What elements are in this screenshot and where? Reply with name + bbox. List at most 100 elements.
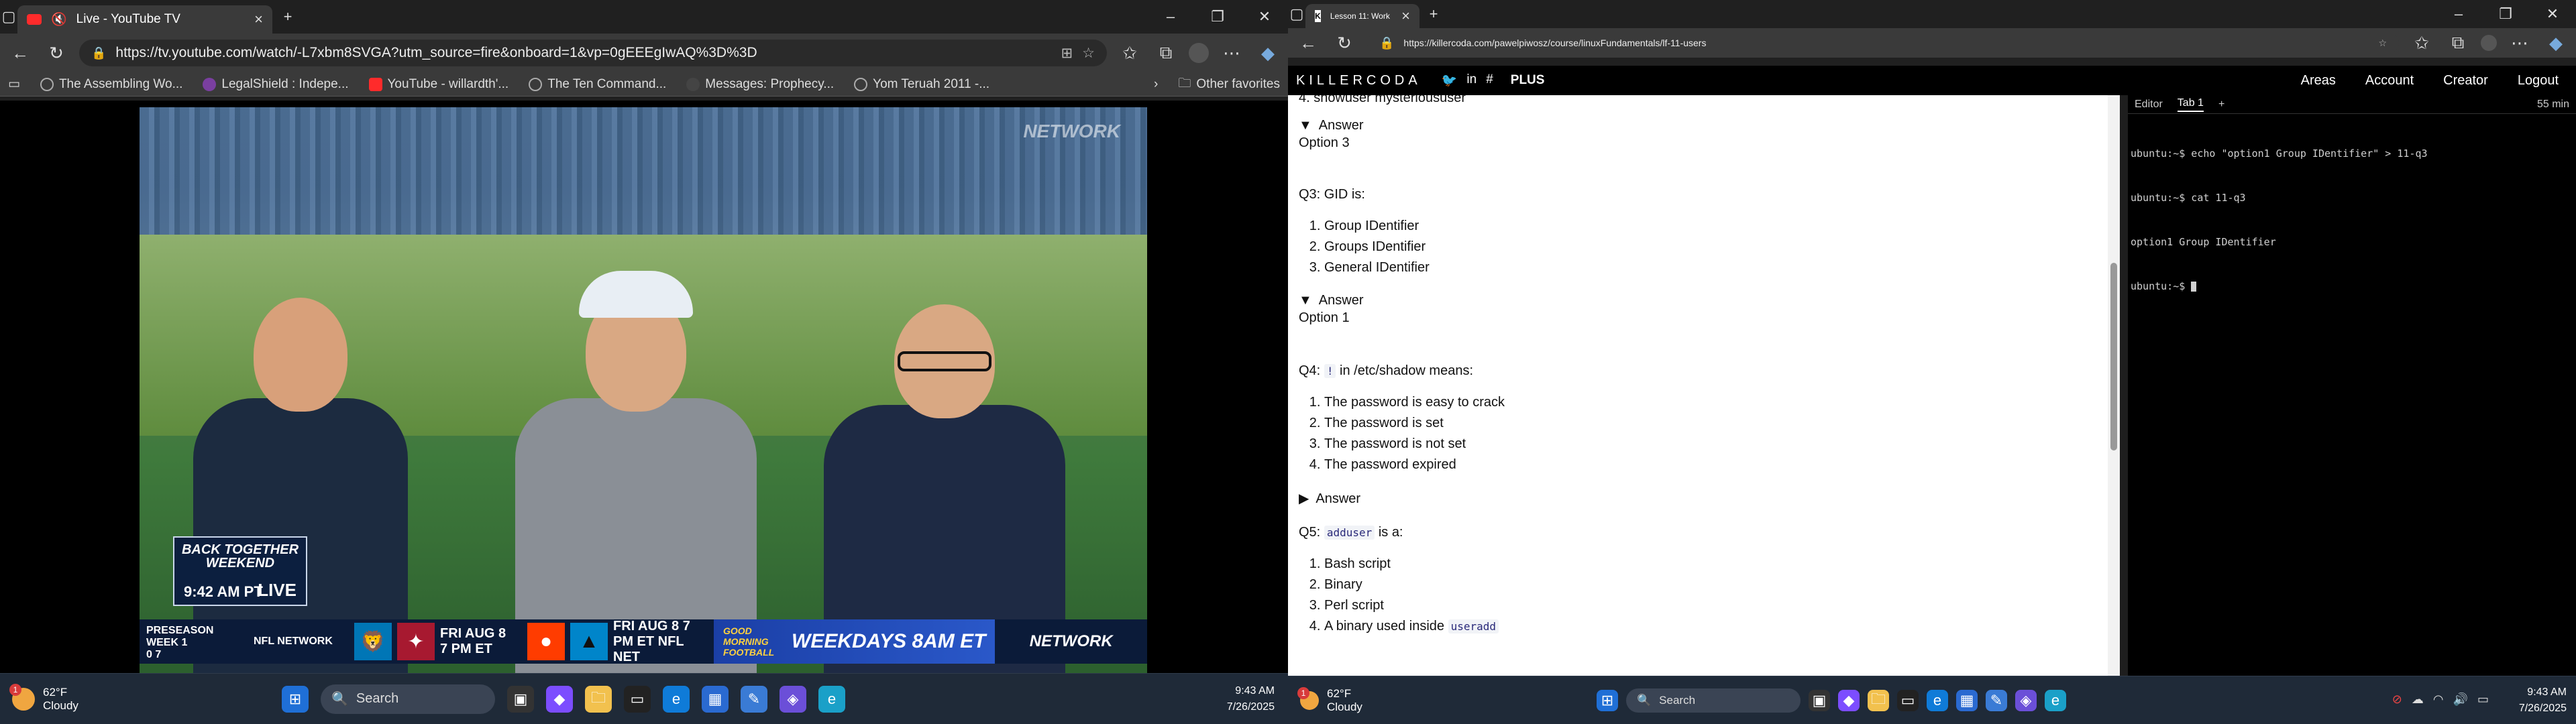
collections-icon[interactable]: ⧉	[1152, 40, 1179, 66]
menu-icon[interactable]: ⋯	[2506, 29, 2533, 56]
profile-avatar[interactable]	[1189, 43, 1209, 63]
edge-icon[interactable]: e	[1927, 689, 1948, 711]
system-tray[interactable]: ⊘ ☁ ◠ 🔊 ▭	[2392, 692, 2489, 707]
sidebar-toggle-icon[interactable]: ▢	[0, 8, 17, 25]
app-icon[interactable]: ✎	[1986, 689, 2007, 711]
fav-item[interactable]: Messages: Prophecy...	[686, 77, 834, 92]
refresh-icon[interactable]: ↻	[1331, 29, 1358, 56]
collections-icon[interactable]: ⧉	[2445, 29, 2471, 56]
fav-item[interactable]: The Ten Command...	[529, 77, 666, 92]
back-icon[interactable]: ←	[7, 40, 34, 66]
close-tab-icon[interactable]: ×	[1401, 7, 1410, 25]
taskbar-search[interactable]: 🔍 Search	[1626, 688, 1801, 713]
onedrive-icon[interactable]: ☁	[2412, 692, 2424, 707]
nav-logout[interactable]: Logout	[2518, 73, 2559, 88]
menu-icon[interactable]: ⋯	[1218, 40, 1245, 66]
terminal-pane[interactable]: Editor Tab 1 + 55 min ubuntu:~$ echo "op…	[2128, 95, 2576, 676]
wifi-icon[interactable]: ◠	[2433, 692, 2444, 707]
store-icon[interactable]: ▦	[702, 685, 729, 713]
copilot-icon[interactable]: ◆	[546, 685, 573, 713]
back-icon[interactable]: ←	[1295, 29, 1322, 56]
minimize-icon[interactable]: –	[1147, 0, 1194, 34]
file-explorer-icon[interactable]: 🗀	[585, 685, 612, 713]
linkedin-icon[interactable]: in	[1466, 72, 1477, 88]
fav-item[interactable]: The Assembling Wo...	[40, 77, 182, 92]
task-view-icon[interactable]: ▣	[507, 685, 534, 713]
nav-account[interactable]: Account	[2365, 73, 2414, 88]
terminal-icon[interactable]: ▭	[624, 685, 651, 713]
edge-icon[interactable]: e	[663, 685, 690, 713]
game-2: ● ▲ FRI AUG 8 7 PM ET NFL NET	[521, 619, 714, 664]
slack-icon[interactable]: #	[1486, 72, 1493, 88]
sidebar-toggle-icon[interactable]: ▢	[1288, 5, 1305, 23]
address-bar[interactable]: 🔒 https://killercoda.com/pawelpiwosz/cou…	[1367, 32, 2399, 54]
file-explorer-icon[interactable]: 🗀	[1868, 689, 1889, 711]
app-icon[interactable]: ◈	[780, 685, 806, 713]
other-favorites[interactable]: 🗀 Other favorites	[1178, 74, 1280, 95]
favorite-star-icon[interactable]: ☆	[1082, 45, 1095, 62]
add-tab-button[interactable]: +	[2218, 99, 2224, 111]
close-window-icon[interactable]: ✕	[1241, 0, 1288, 34]
import-favorites-icon[interactable]: ▭	[8, 76, 20, 92]
fav-item[interactable]: YouTube - willardth'...	[368, 77, 508, 92]
nav-areas[interactable]: Areas	[2301, 73, 2336, 88]
refresh-icon[interactable]: ↻	[43, 40, 70, 66]
mute-icon[interactable]: 🔇	[51, 11, 67, 27]
weather-widget[interactable]: 1 62°F Cloudy	[0, 683, 282, 713]
maximize-icon[interactable]: ❐	[1194, 0, 1241, 34]
copilot-icon[interactable]: ◆	[1838, 689, 1860, 711]
copilot-icon[interactable]: ◆	[2542, 29, 2569, 56]
address-bar[interactable]: 🔒 https://tv.youtube.com/watch/-L7xbm8SV…	[79, 40, 1107, 66]
tab-editor[interactable]: Editor	[2135, 99, 2163, 111]
fav-item[interactable]: LegalShield : Indepe...	[203, 77, 349, 92]
maximize-icon[interactable]: ❐	[2482, 0, 2529, 28]
lesson-scrollbar[interactable]	[2108, 95, 2120, 676]
windows-start-icon[interactable]: ⊞	[282, 685, 309, 713]
copilot-icon[interactable]: ◆	[1254, 40, 1281, 66]
lesson-pane[interactable]: 4. showuser mysterioususer ▼ Answer Optio…	[1288, 95, 2120, 676]
taskbar-search[interactable]: 🔍 Search	[321, 684, 495, 714]
profile-avatar[interactable]	[2481, 35, 2497, 51]
close-tab-icon[interactable]: ×	[254, 11, 263, 28]
plus-link[interactable]: PLUS	[1511, 73, 1545, 88]
battery-icon[interactable]: ▭	[2477, 692, 2489, 707]
terminal-output[interactable]: ubuntu:~$ echo "option1 Group IDentifier…	[2128, 114, 2576, 326]
weather-widget[interactable]: 1 62°F Cloudy	[1288, 686, 1489, 714]
answer-toggle[interactable]: ▶ Answer	[1299, 489, 2109, 509]
answer-toggle[interactable]: ▼ Answer	[1299, 115, 2109, 135]
terminal-line: ubuntu:~$ echo "option1 Group IDentifier…	[2131, 147, 2428, 160]
pane-divider[interactable]	[2120, 95, 2128, 676]
favorite-star-icon[interactable]: ☆	[2378, 38, 2387, 49]
video-frame[interactable]: NETWORK BACK TOGETHER WEEKEND 9:42 AM PT…	[140, 107, 1147, 673]
nav-creator[interactable]: Creator	[2443, 73, 2488, 88]
new-tab-icon[interactable]: +	[279, 8, 297, 25]
terminal-icon[interactable]: ▭	[1897, 689, 1919, 711]
tab-youtube-tv[interactable]: 🔇 Live - YouTube TV ×	[17, 5, 272, 34]
favorites-icon[interactable]: ✩	[1116, 40, 1143, 66]
clock[interactable]: 9:43 AM 7/26/2025	[1227, 683, 1275, 715]
volume-icon[interactable]: 🔊	[2453, 692, 2468, 707]
app-available-icon[interactable]: ⊞	[1061, 45, 1073, 62]
tab-1[interactable]: Tab 1	[2177, 97, 2204, 112]
scroll-thumb[interactable]	[2110, 263, 2117, 450]
favorites-icon[interactable]: ✩	[2408, 29, 2435, 56]
answer-toggle[interactable]: ▼ Answer	[1299, 290, 2109, 310]
windows-start-icon[interactable]: ⊞	[1597, 689, 1618, 711]
chevron-right-icon[interactable]: ›	[1154, 77, 1158, 92]
video-player[interactable]: NETWORK BACK TOGETHER WEEKEND 9:42 AM PT…	[0, 101, 1288, 673]
minimize-icon[interactable]: –	[2435, 0, 2482, 28]
clock[interactable]: 9:43 AM 7/26/2025	[2519, 684, 2567, 717]
close-window-icon[interactable]: ✕	[2529, 0, 2576, 28]
edge-active-icon[interactable]: e	[2045, 689, 2066, 711]
task-view-icon[interactable]: ▣	[1809, 689, 1830, 711]
store-icon[interactable]: ▦	[1956, 689, 1978, 711]
killercoda-logo[interactable]: KILLERCODA	[1296, 73, 1421, 88]
new-tab-icon[interactable]: +	[1425, 5, 1442, 23]
edge-active-icon[interactable]: e	[818, 685, 845, 713]
fav-item[interactable]: Yom Teruah 2011 -...	[854, 77, 989, 92]
twitter-icon[interactable]: 🐦	[1442, 72, 1458, 88]
app-icon[interactable]: ✎	[741, 685, 767, 713]
security-icon[interactable]: ⊘	[2392, 692, 2402, 707]
app-icon[interactable]: ◈	[2015, 689, 2037, 711]
tab-killercoda[interactable]: K Lesson 11: Work with users | Pawe ×	[1305, 4, 1419, 28]
